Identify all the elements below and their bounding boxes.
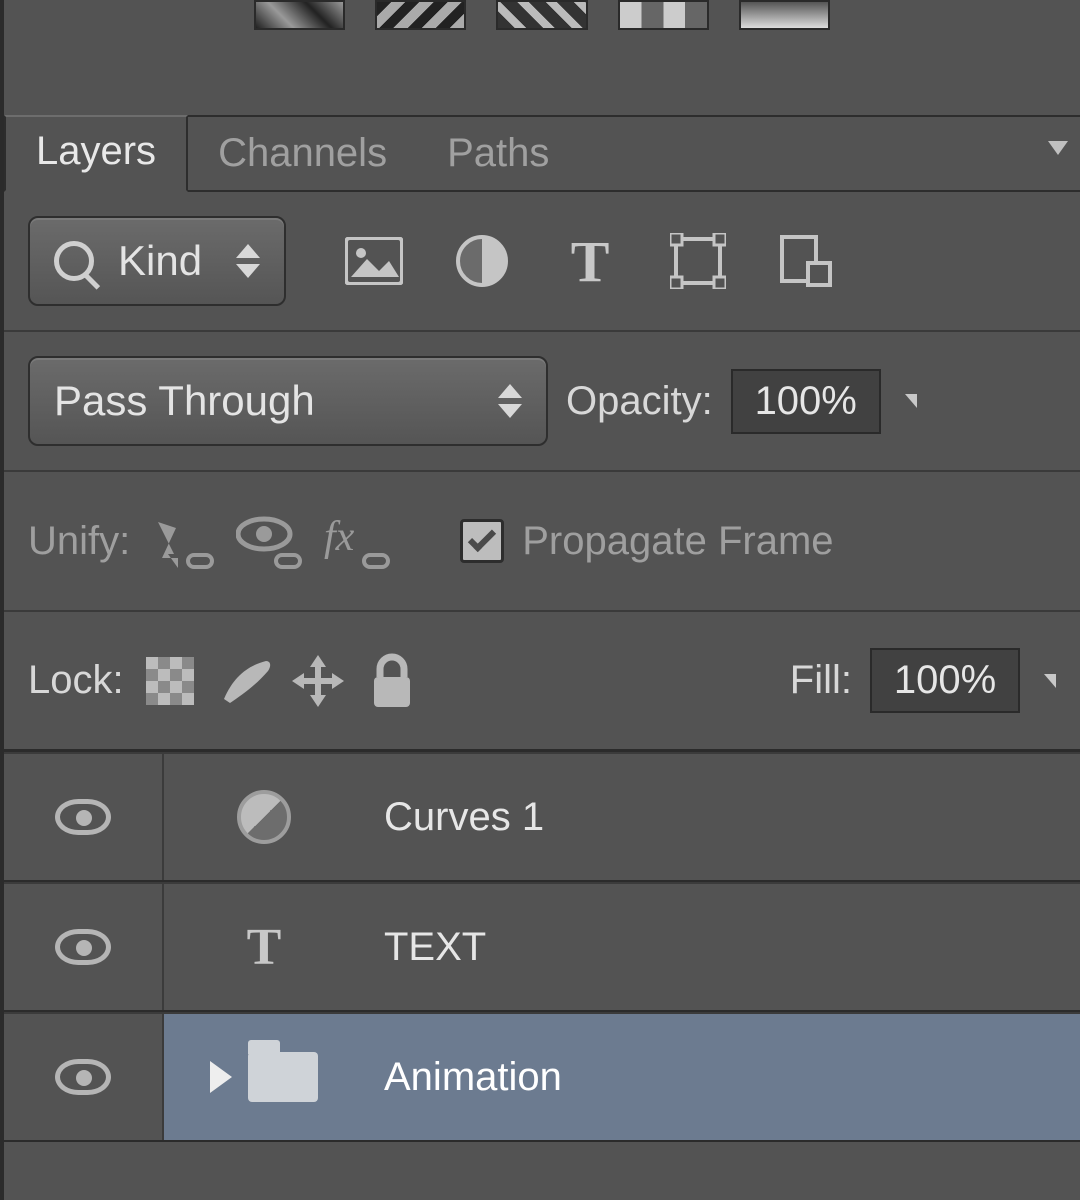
svg-text:fx: fx: [324, 514, 355, 560]
layer-row[interactable]: Animation: [4, 1012, 1080, 1142]
preset-swatch[interactable]: [739, 0, 830, 30]
layer-thumbnail[interactable]: [164, 1014, 364, 1140]
panel-tabbar: Layers Channels Paths: [4, 117, 1080, 192]
unify-visibility-icon[interactable]: [236, 514, 306, 569]
filter-smartobject-icon[interactable]: [776, 233, 836, 289]
layer-name[interactable]: TEXT: [364, 925, 1080, 970]
brush-preset-strip: [4, 0, 1080, 115]
visibility-toggle[interactable]: [4, 754, 164, 880]
eye-icon: [55, 929, 111, 965]
tab-paths[interactable]: Paths: [417, 119, 579, 192]
opacity-label: Opacity:: [566, 379, 713, 424]
lock-position-icon[interactable]: [290, 653, 346, 709]
preset-swatch[interactable]: [496, 0, 587, 30]
preset-swatch[interactable]: [254, 0, 345, 30]
propagate-frame-checkbox[interactable]: [460, 519, 504, 563]
visibility-toggle[interactable]: [4, 884, 164, 1010]
filter-pixel-icon[interactable]: [344, 233, 404, 289]
fill-label: Fill:: [790, 658, 852, 703]
lock-label: Lock:: [28, 658, 124, 703]
visibility-toggle[interactable]: [4, 1014, 164, 1140]
lock-transparency-icon[interactable]: [142, 653, 198, 709]
layer-thumbnail[interactable]: [164, 754, 364, 880]
lock-all-icon[interactable]: [364, 653, 420, 709]
layer-row[interactable]: T TEXT: [4, 882, 1080, 1012]
eye-icon: [55, 799, 111, 835]
lock-row: Lock: Fill: 100%: [4, 612, 1080, 752]
layers-panel: Layers Channels Paths Kind T: [4, 115, 1080, 1142]
opacity-flyout-icon[interactable]: [905, 394, 917, 408]
panel-menu-icon[interactable]: [1048, 141, 1068, 155]
layer-row[interactable]: Curves 1: [4, 752, 1080, 882]
filter-adjustment-icon[interactable]: [452, 233, 512, 289]
unify-row: Unify: fx Propagate Frame: [4, 472, 1080, 612]
unify-style-icon[interactable]: fx: [324, 514, 394, 569]
layer-filter-row: Kind T: [4, 192, 1080, 332]
unify-label: Unify:: [28, 519, 130, 564]
filter-shape-icon[interactable]: [668, 233, 728, 289]
fill-value[interactable]: 100%: [870, 648, 1020, 713]
blend-mode-value: Pass Through: [54, 377, 315, 425]
fill-flyout-icon[interactable]: [1044, 674, 1056, 688]
folder-icon: [248, 1052, 318, 1102]
preset-swatch[interactable]: [375, 0, 466, 30]
type-icon: T: [247, 918, 282, 977]
tab-layers[interactable]: Layers: [4, 115, 188, 192]
opacity-value[interactable]: 100%: [731, 369, 881, 434]
filter-kind-label: Kind: [118, 237, 202, 285]
updown-icon: [236, 244, 260, 278]
filter-type-icon[interactable]: T: [560, 233, 620, 289]
layer-list: Curves 1 T TEXT Animation: [4, 752, 1080, 1142]
disclosure-triangle-icon[interactable]: [210, 1061, 232, 1093]
updown-icon: [498, 384, 522, 418]
layer-name[interactable]: Animation: [364, 1055, 1080, 1100]
check-icon: [468, 524, 496, 552]
tab-channels[interactable]: Channels: [188, 119, 417, 192]
search-icon: [54, 241, 94, 281]
adjustment-icon: [237, 790, 291, 844]
eye-icon: [55, 1059, 111, 1095]
blend-mode-dropdown[interactable]: Pass Through: [28, 356, 548, 446]
unify-position-icon[interactable]: [148, 514, 218, 569]
preset-swatch[interactable]: [618, 0, 709, 30]
filter-kind-dropdown[interactable]: Kind: [28, 216, 286, 306]
blend-row: Pass Through Opacity: 100%: [4, 332, 1080, 472]
propagate-frame-label: Propagate Frame: [522, 519, 833, 564]
layers-panel-container: Layers Channels Paths Kind T: [0, 0, 1080, 1200]
layer-thumbnail[interactable]: T: [164, 884, 364, 1010]
lock-pixels-icon[interactable]: [216, 653, 272, 709]
layer-name[interactable]: Curves 1: [364, 795, 1080, 840]
